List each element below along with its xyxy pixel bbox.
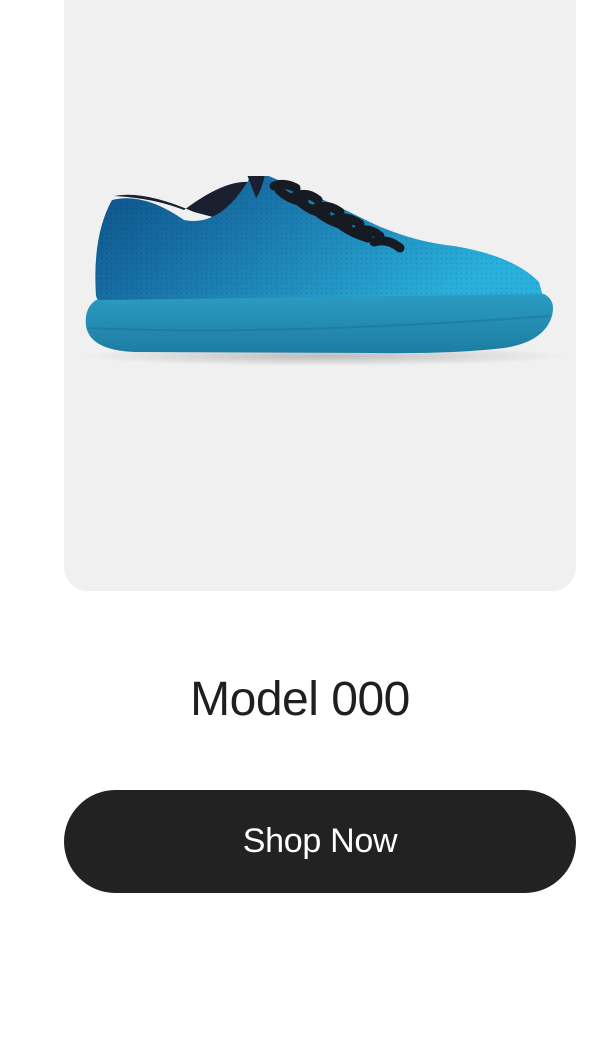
product-title: Model 000	[190, 673, 410, 726]
sneaker-image	[79, 176, 569, 366]
product-image-card[interactable]	[64, 0, 576, 591]
shop-now-button[interactable]: Shop Now	[64, 790, 576, 893]
